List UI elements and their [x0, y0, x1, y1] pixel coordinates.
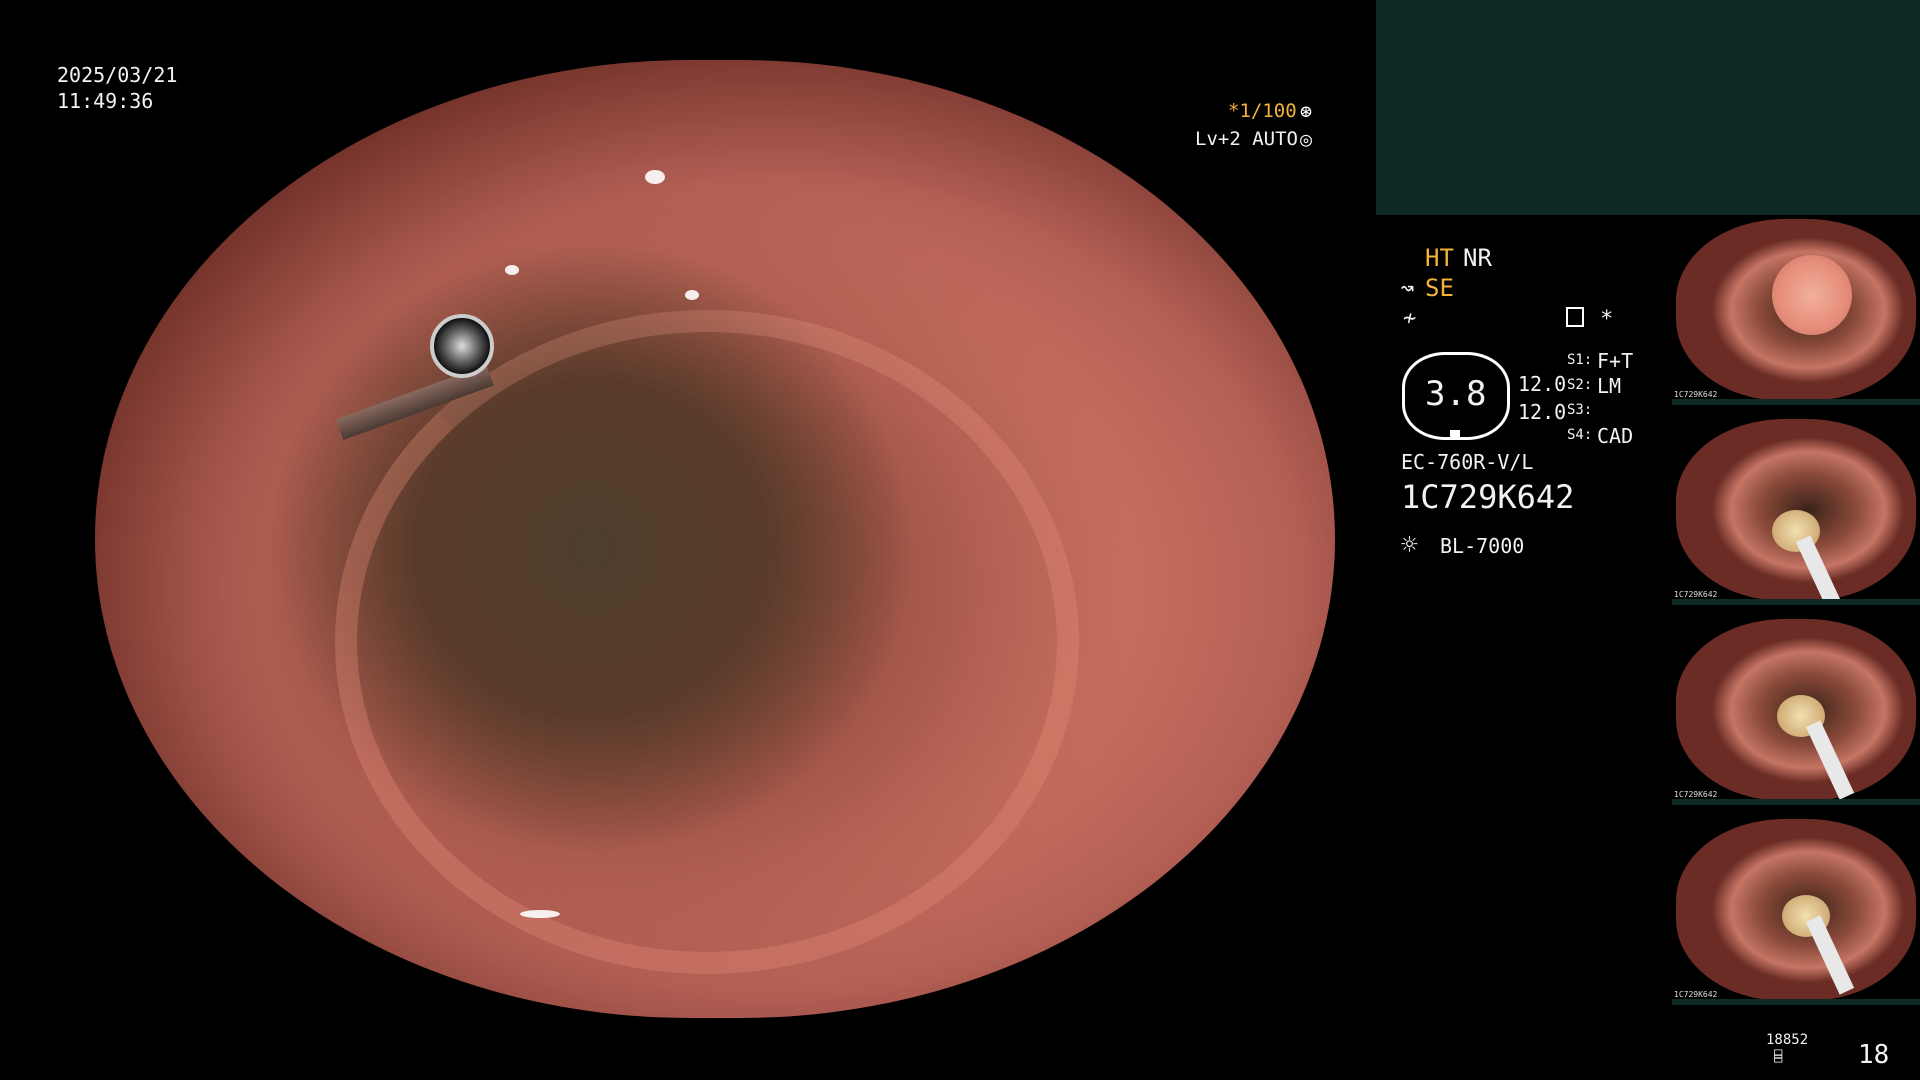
thumbnail-caption: 1C729K642 [1674, 990, 1718, 999]
brightness-level: Lv+2 AUTO [1195, 128, 1298, 150]
thumbnail-2[interactable]: 1C729K642 [1672, 415, 1920, 605]
switch-2-label: S2: [1567, 377, 1593, 393]
thumbnail-preview-panel [1376, 0, 1920, 215]
thumbnail-4[interactable]: 1C729K642 [1672, 815, 1920, 1005]
switch-1-value: F+T [1597, 349, 1634, 373]
thumbnail-3[interactable]: 1C729K642 [1672, 615, 1920, 805]
value-1: 12.0 [1518, 372, 1567, 396]
shutter-speed: *1/100 [1228, 100, 1297, 122]
nr-indicator: NR [1463, 244, 1492, 272]
gauge-value: 3.8 [1425, 374, 1487, 414]
thumbnail-caption: 1C729K642 [1674, 590, 1718, 599]
scope-model: EC-760R-V/L [1401, 450, 1534, 474]
light-reflection [229, 858, 291, 912]
endoscopic-clip [430, 314, 494, 378]
light-reflection [685, 290, 699, 300]
switch-3-label: S3: [1567, 402, 1593, 418]
gauge-marker [1450, 430, 1460, 438]
value-2: 12.0 [1518, 400, 1567, 424]
light-reflection [520, 910, 560, 918]
light-source-icon: ☼ [1401, 528, 1418, 561]
switch-4-label: S4: [1567, 427, 1593, 443]
se-indicator: SE [1425, 274, 1454, 302]
endoscope-live-view [95, 60, 1335, 1018]
auto-iris-icon: ◎ [1300, 127, 1313, 151]
thumbnail-caption: 1C729K642 [1674, 790, 1718, 799]
image-counter: 18852 [1766, 1032, 1809, 1048]
colon-fold [335, 310, 1079, 974]
thumbnail-1[interactable]: 1C729K642 [1672, 215, 1920, 405]
thumbnail-bar [1672, 399, 1920, 405]
storage-icon: ⌸ [1774, 1049, 1783, 1065]
thumbnail-bar [1672, 799, 1920, 805]
thumbnail-bar [1672, 599, 1920, 605]
switch-2-value: LM [1597, 374, 1622, 398]
freeze-filter-icon: ≁ [1403, 306, 1417, 331]
light-reflection [505, 265, 519, 275]
exam-date: 2025/03/21 [57, 63, 178, 87]
page-number: 18 [1858, 1040, 1890, 1070]
light-source: BL-7000 [1440, 534, 1525, 558]
ht-indicator: HT [1425, 244, 1454, 272]
structure-enhancement-icon: ↝ [1400, 274, 1415, 302]
scope-serial: 1C729K642 [1401, 478, 1575, 516]
thumbnail-caption: 1C729K642 [1674, 390, 1718, 399]
thumbnail-bar [1672, 999, 1920, 1005]
polyp [1772, 255, 1852, 335]
star-indicator: * [1600, 307, 1614, 332]
memo-icon [1566, 307, 1584, 327]
exam-time: 11:49:36 [57, 89, 154, 113]
aperture-icon: ⊛ [1300, 99, 1313, 123]
switch-4-value: CAD [1597, 424, 1634, 448]
switch-1-label: S1: [1567, 352, 1593, 368]
light-reflection [645, 170, 665, 184]
